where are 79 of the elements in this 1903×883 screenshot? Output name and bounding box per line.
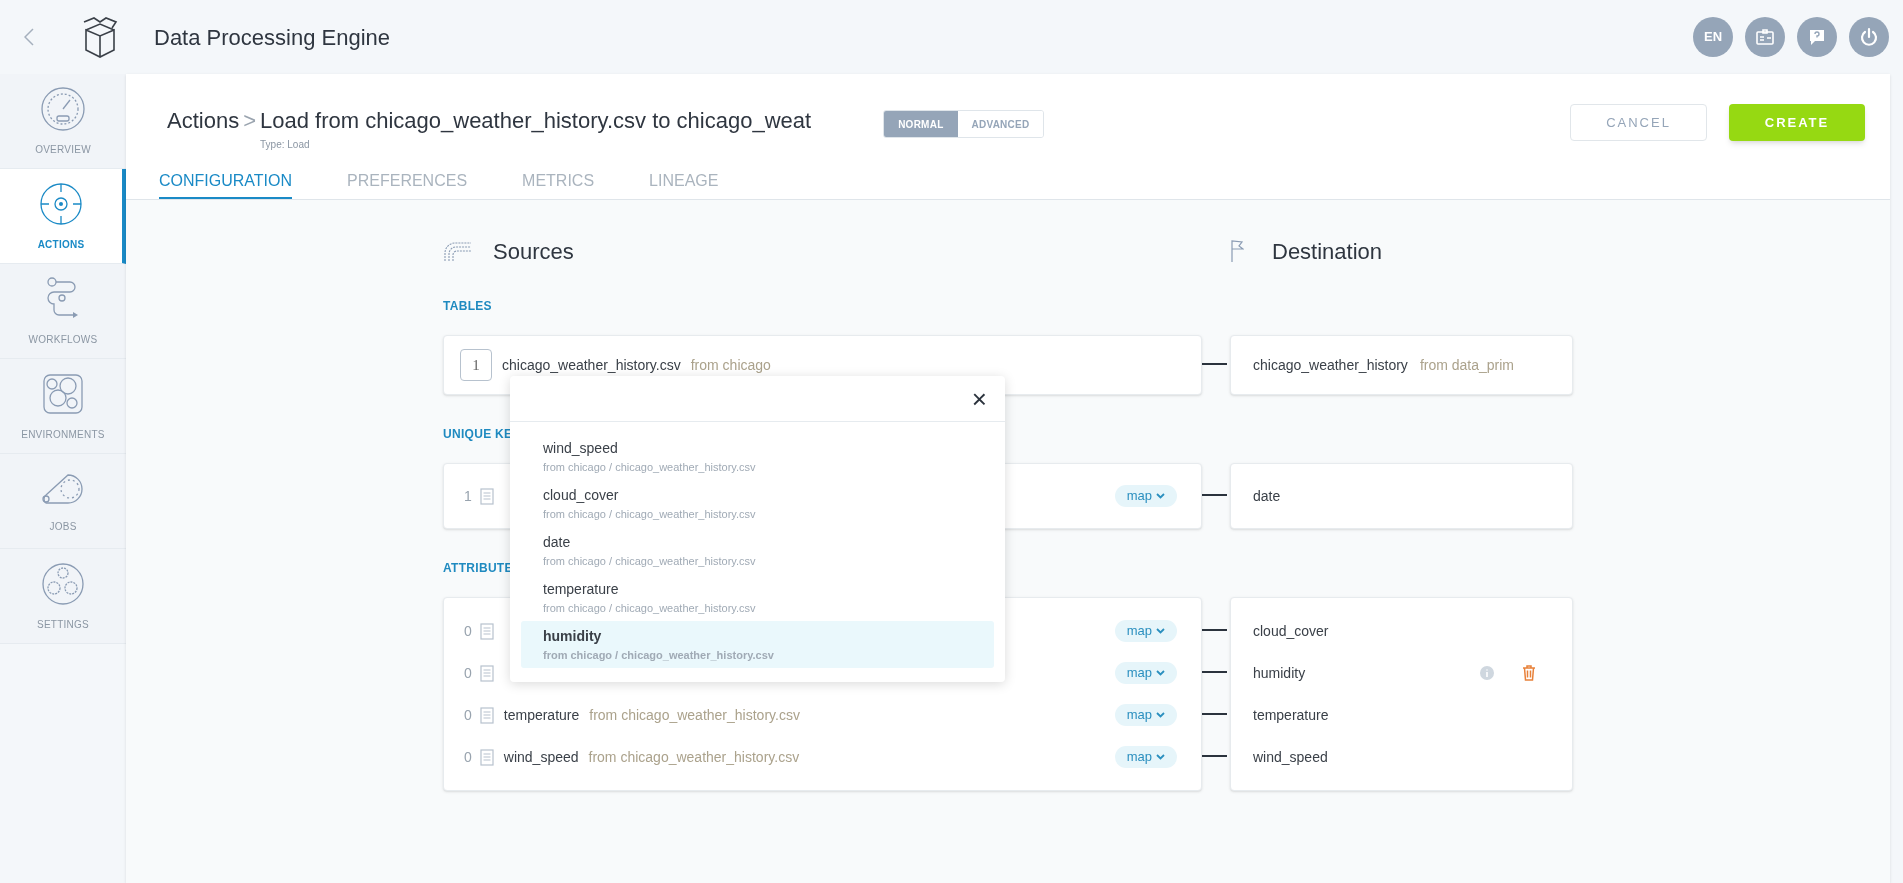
- document-icon: [479, 622, 494, 640]
- chevron-down-icon: [1156, 493, 1165, 499]
- map-dropdown[interactable]: map: [1114, 746, 1177, 768]
- connector-line: [1202, 713, 1227, 715]
- close-button[interactable]: ×: [971, 385, 987, 412]
- row-number: 1: [464, 486, 472, 506]
- back-icon[interactable]: [24, 28, 34, 46]
- section-label: ATTRIBUTE: [443, 560, 513, 577]
- id-card-icon: [1756, 29, 1774, 45]
- box-logo-icon: [82, 16, 118, 58]
- tab[interactable]: CONFIGURATION: [159, 169, 293, 199]
- chevron-down-icon: [1156, 754, 1165, 760]
- gears-icon: [40, 560, 86, 607]
- action-type: Type: Load: [260, 138, 311, 152]
- chevron-down-icon: [1156, 712, 1165, 718]
- destination-heading: Destination: [1272, 237, 1383, 266]
- chevron-down-icon: [1156, 670, 1165, 676]
- source-origin: from chicago_weather_history.csv: [588, 747, 800, 767]
- gauge-icon: [40, 85, 86, 132]
- target-icon: [38, 180, 84, 227]
- document-icon: [479, 706, 494, 724]
- flag-icon: [1230, 239, 1244, 263]
- connector-line: [1202, 671, 1227, 673]
- info-icon[interactable]: [1480, 666, 1494, 680]
- source-name: wind_speed: [503, 747, 579, 767]
- field-option[interactable]: temperature from chicago / chicago_weather_history.csv: [521, 574, 994, 621]
- row-number: 0: [464, 747, 472, 767]
- tab[interactable]: PREFERENCES: [347, 169, 468, 199]
- app-title: Data Processing Engine: [154, 23, 391, 52]
- mode-toggle[interactable]: NORMAL: [884, 111, 958, 137]
- destination-name: wind_speed: [1253, 747, 1328, 767]
- field-option[interactable]: cloud_cover from chicago / chicago_weather_history.csv: [521, 480, 994, 527]
- field-option[interactable]: date from chicago / chicago_weather_history.csv: [521, 527, 994, 574]
- cancel-button[interactable]: CANCEL: [1570, 104, 1707, 141]
- sidebar-item[interactable]: ACTIONS: [0, 169, 126, 264]
- map-dropdown[interactable]: map: [1114, 662, 1177, 684]
- action-title: Load from chicago_weather_history.csv to chicago_weat: [260, 107, 812, 135]
- destination-name: date: [1253, 486, 1281, 506]
- connector-line: [1202, 494, 1227, 496]
- tab[interactable]: LINEAGE: [649, 169, 719, 199]
- connector-line: [1202, 755, 1227, 757]
- section-label: TABLES: [443, 298, 492, 315]
- row-number: 0: [464, 705, 472, 725]
- sources-heading: Sources: [493, 237, 574, 266]
- destination-name: cloud_cover: [1253, 621, 1329, 641]
- breadcrumb-separator: >: [243, 107, 256, 135]
- row-number: 0: [464, 621, 472, 641]
- create-button[interactable]: CREATE: [1729, 104, 1865, 141]
- language-button[interactable]: EN: [1693, 17, 1733, 57]
- connector-line: [1202, 629, 1227, 631]
- destination-origin: from data_prim: [1419, 355, 1515, 375]
- document-icon: [479, 748, 494, 766]
- field-option[interactable]: wind_speed from chicago / chicago_weather_history.csv: [521, 433, 994, 480]
- source-name: chicago_weather_history.csv: [502, 355, 681, 375]
- document-icon: [479, 664, 494, 682]
- destination-name: humidity: [1253, 663, 1306, 683]
- row-number: 0: [464, 663, 472, 683]
- source-lines-icon: [443, 239, 473, 263]
- help-button[interactable]: [1797, 17, 1837, 57]
- destination-name: temperature: [1253, 705, 1329, 725]
- map-dropdown[interactable]: map: [1114, 704, 1177, 726]
- source-origin: from chicago: [690, 355, 771, 375]
- chevron-down-icon: [1156, 628, 1165, 634]
- document-icon: [479, 487, 494, 505]
- source-name: temperature: [503, 705, 580, 725]
- breadcrumb-link[interactable]: Actions: [167, 104, 240, 137]
- trash-icon[interactable]: [1522, 665, 1536, 681]
- tab[interactable]: METRICS: [522, 169, 595, 199]
- id-card-button[interactable]: [1745, 17, 1785, 57]
- source-origin: from chicago_weather_history.csv: [589, 705, 800, 725]
- help-icon: [1808, 28, 1826, 46]
- power-button[interactable]: [1849, 17, 1889, 57]
- connector-line: [1202, 363, 1227, 365]
- power-icon: [1859, 27, 1879, 47]
- destination-name: chicago_weather_history: [1253, 355, 1408, 375]
- field-option[interactable]: humidity from chicago / chicago_weather_history.csv: [521, 621, 994, 668]
- map-dropdown[interactable]: map: [1114, 485, 1177, 507]
- row-number: 1: [460, 349, 492, 381]
- map-dropdown[interactable]: map: [1114, 620, 1177, 642]
